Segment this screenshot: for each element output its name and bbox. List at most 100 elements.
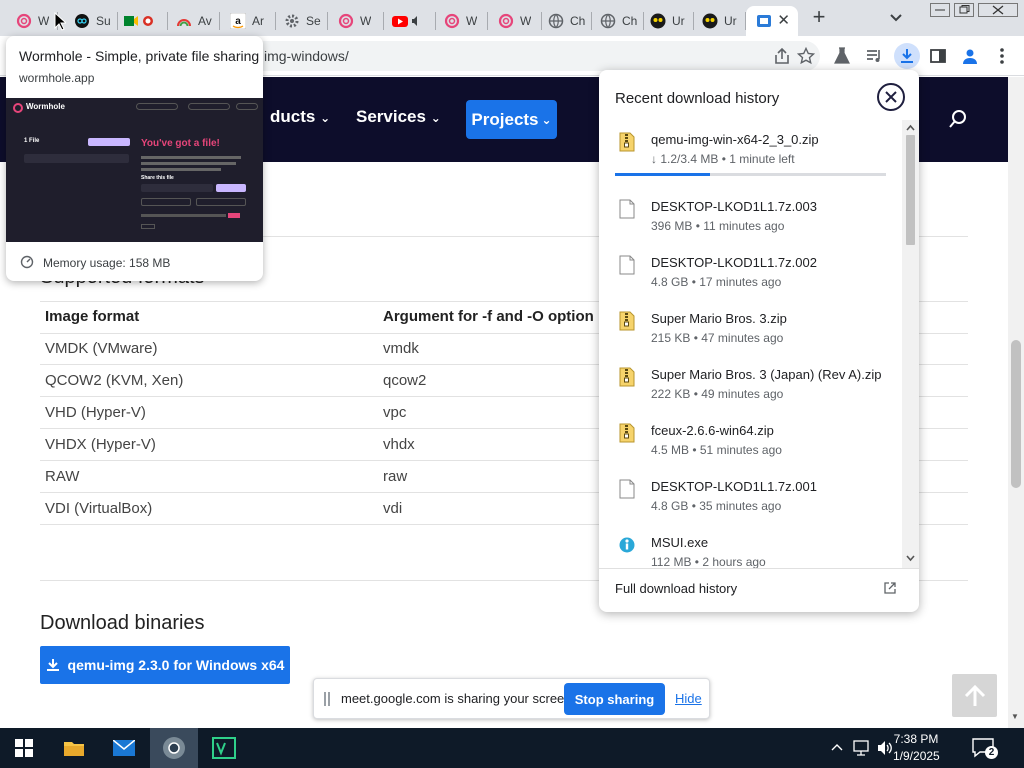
nav-projects-button[interactable]: Projects ⌄ bbox=[466, 100, 557, 139]
nav-products-label: ducts bbox=[270, 107, 316, 126]
downloads-icon[interactable] bbox=[894, 43, 920, 69]
download-filename: fceux-2.6.6-win64.zip bbox=[651, 423, 774, 438]
nav-projects-label: Projects bbox=[471, 109, 539, 129]
download-qemu-button[interactable]: qemu-img 2.3.0 for Windows x64 bbox=[40, 646, 290, 684]
download-item[interactable]: DESKTOP-LKOD1L1.7z.003 396 MB • 11 minute… bbox=[599, 195, 902, 251]
tab-13[interactable]: Ur bbox=[692, 6, 744, 36]
close-tab-icon[interactable]: ✕ bbox=[777, 13, 790, 29]
site-search-icon[interactable] bbox=[948, 109, 968, 129]
volume-icon[interactable] bbox=[876, 739, 894, 757]
tab-5[interactable]: Se bbox=[274, 6, 326, 36]
tab-title: Ar bbox=[252, 14, 264, 28]
tab-search-icon[interactable] bbox=[888, 9, 904, 25]
page-scrollbar-thumb[interactable] bbox=[1011, 340, 1021, 488]
preview-files: 1 File bbox=[24, 138, 40, 144]
download-item[interactable]: DESKTOP-LKOD1L1.7z.002 4.8 GB • 17 minute… bbox=[599, 251, 902, 307]
chrome-taskbar-icon[interactable] bbox=[150, 728, 198, 768]
media-controls-icon[interactable] bbox=[862, 44, 886, 68]
argument-cell: vpc bbox=[383, 404, 407, 421]
zip-file-icon bbox=[619, 367, 635, 387]
downloads-bubble: Recent download history qemu-img-win-x64… bbox=[599, 70, 919, 612]
download-filename: DESKTOP-LKOD1L1.7z.001 bbox=[651, 479, 817, 494]
file-icon bbox=[619, 199, 635, 219]
tab-2[interactable] bbox=[114, 6, 166, 36]
download-item[interactable]: fceux-2.6.6-win64.zip 4.5 MB • 51 minutes… bbox=[599, 419, 902, 475]
tab-3[interactable]: Av bbox=[166, 6, 218, 36]
windows-taskbar: 7:38 PM 1/9/2025 2 bbox=[0, 728, 1024, 768]
drag-handle-icon[interactable] bbox=[324, 692, 330, 706]
owl-icon bbox=[702, 13, 718, 29]
show-hidden-icons-icon[interactable] bbox=[830, 740, 844, 754]
wormhole-icon bbox=[16, 13, 32, 29]
tab-0[interactable]: W bbox=[6, 6, 56, 36]
download-meta: 215 KB • 47 minutes ago bbox=[651, 331, 784, 345]
chevron-down-icon: ⌄ bbox=[320, 111, 331, 125]
full-download-history-link[interactable]: Full download history bbox=[615, 581, 737, 596]
tab-4[interactable]: a Ar bbox=[220, 6, 274, 36]
tab-active-qemu[interactable]: ✕ bbox=[746, 6, 798, 36]
file-explorer-icon[interactable] bbox=[50, 728, 98, 768]
hide-link[interactable]: Hide bbox=[675, 691, 702, 706]
address-text: img-windows/ bbox=[264, 48, 349, 64]
tab-title: Ur bbox=[724, 14, 737, 28]
network-icon[interactable] bbox=[852, 739, 870, 757]
tab-8[interactable]: W bbox=[434, 6, 486, 36]
file-icon bbox=[619, 255, 635, 275]
youtube-icon bbox=[392, 13, 422, 29]
globe-icon bbox=[548, 13, 564, 29]
arrow-up-icon bbox=[964, 684, 985, 706]
profile-avatar-icon[interactable] bbox=[958, 44, 982, 68]
app-icon bbox=[74, 13, 90, 29]
start-button[interactable] bbox=[0, 728, 48, 768]
stop-sharing-button[interactable]: Stop sharing bbox=[564, 683, 665, 715]
veeam-icon[interactable] bbox=[200, 728, 248, 768]
nav-products[interactable]: ducts ⌄ bbox=[270, 107, 330, 127]
preview-link-field bbox=[141, 184, 213, 192]
download-item[interactable]: Super Mario Bros. 3.zip 215 KB • 47 minut… bbox=[599, 307, 902, 363]
qemu-icon bbox=[756, 13, 772, 29]
mail-icon[interactable] bbox=[100, 728, 148, 768]
open-external-icon[interactable] bbox=[884, 582, 896, 594]
amazon-icon: a bbox=[230, 13, 246, 29]
download-meta: 222 KB • 49 minutes ago bbox=[651, 387, 784, 401]
share-icon[interactable] bbox=[770, 44, 794, 68]
chevron-down-icon: ⌄ bbox=[430, 111, 441, 125]
scroll-to-top-button[interactable] bbox=[952, 674, 997, 717]
restore-button[interactable] bbox=[954, 3, 974, 17]
close-downloads-button[interactable] bbox=[877, 83, 905, 111]
tab-strip: W Su Av a Ar Se W W W Ch Ch Ur Ur ✕ + bbox=[0, 0, 1024, 36]
preview-tag bbox=[141, 224, 155, 229]
minimize-button[interactable] bbox=[930, 3, 950, 17]
downloads-scrollbar[interactable] bbox=[902, 120, 919, 568]
format-cell: QCOW2 (KVM, Xen) bbox=[45, 372, 184, 389]
tab-10[interactable]: Ch bbox=[538, 6, 590, 36]
scroll-down-arrow-icon[interactable]: ▼ bbox=[1011, 712, 1019, 721]
owl-icon bbox=[650, 13, 666, 29]
tab-7[interactable] bbox=[382, 6, 434, 36]
download-item[interactable]: DESKTOP-LKOD1L1.7z.001 4.8 GB • 35 minute… bbox=[599, 475, 902, 531]
bookmark-star-icon[interactable] bbox=[794, 44, 818, 68]
new-tab-button[interactable]: + bbox=[808, 6, 830, 28]
preview-brand: Wormhole bbox=[26, 102, 65, 111]
tab-12[interactable]: Ur bbox=[640, 6, 692, 36]
clock-time[interactable]: 7:38 PM bbox=[893, 732, 939, 746]
close-window-button[interactable] bbox=[978, 3, 1018, 17]
side-panel-icon[interactable] bbox=[926, 44, 950, 68]
clock-date[interactable]: 1/9/2025 bbox=[893, 749, 940, 763]
tab-6[interactable]: W bbox=[328, 6, 382, 36]
wormhole-logo-icon bbox=[13, 103, 23, 113]
tab-9[interactable]: W bbox=[488, 6, 540, 36]
preview-text-line bbox=[141, 162, 236, 165]
notification-badge: 2 bbox=[985, 746, 998, 759]
tab-11[interactable]: Ch bbox=[590, 6, 642, 36]
table-header-argument: Argument for -f and -O option bbox=[383, 308, 594, 325]
tab-1[interactable]: Su bbox=[64, 6, 116, 36]
argument-cell: vmdk bbox=[383, 340, 419, 357]
download-meta: ↓ 1.2/3.4 MB • 1 minute left bbox=[651, 152, 795, 166]
nav-services[interactable]: Services ⌄ bbox=[356, 107, 441, 127]
labs-flask-icon[interactable] bbox=[830, 44, 854, 68]
chrome-menu-icon[interactable] bbox=[990, 44, 1014, 68]
download-item[interactable]: Super Mario Bros. 3 (Japan) (Rev A).zip 2… bbox=[599, 363, 902, 419]
rainbow-icon bbox=[176, 13, 192, 29]
downloads-footer[interactable]: Full download history bbox=[599, 568, 919, 612]
